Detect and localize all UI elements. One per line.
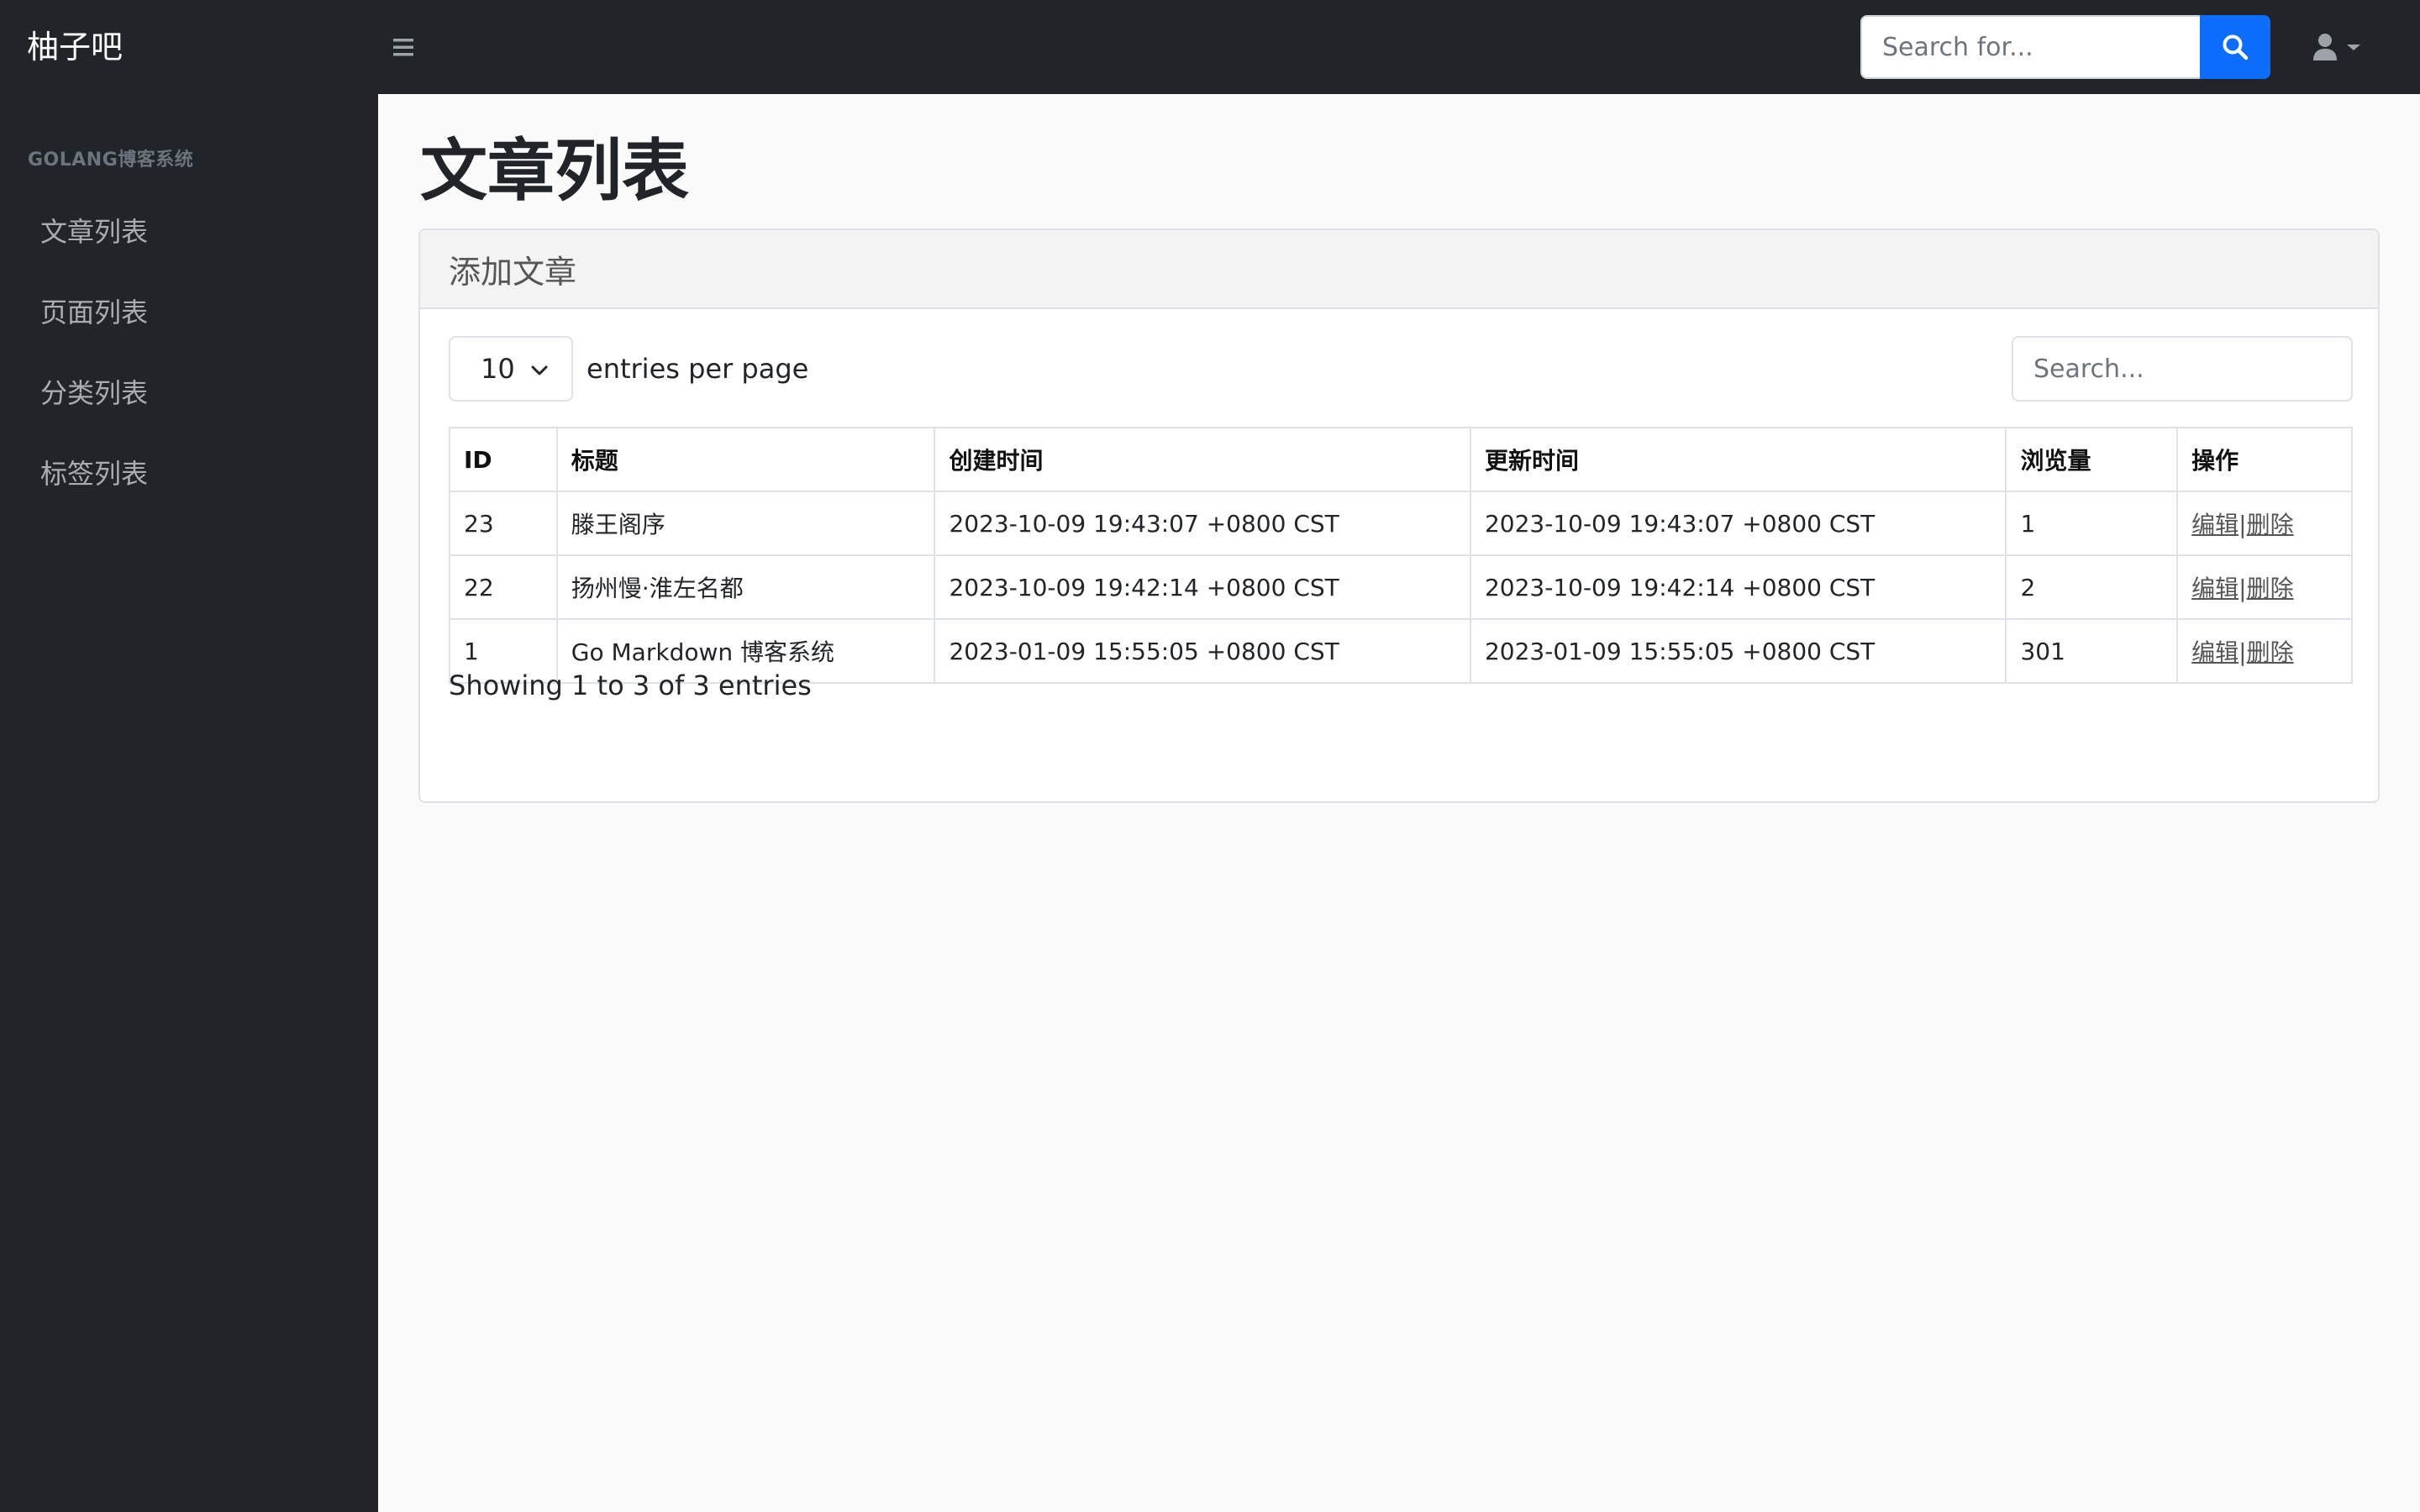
user-icon bbox=[2313, 34, 2337, 60]
articles-card: 添加文章 10 entries per page ID 标题 创建时间 更新时间… bbox=[418, 228, 2380, 803]
cell-updated: 2023-01-09 15:55:05 +0800 CST bbox=[1469, 618, 2007, 684]
sidebar-toggle-button[interactable] bbox=[388, 30, 418, 64]
cell-views: 301 bbox=[2005, 618, 2179, 684]
cell-title: 扬州慢·淮左名都 bbox=[555, 554, 936, 620]
delete-link[interactable]: 删除 bbox=[2247, 575, 2294, 602]
cell-updated: 2023-10-09 19:42:14 +0800 CST bbox=[1469, 554, 2007, 620]
column-header-id[interactable]: ID bbox=[449, 427, 558, 492]
main-content: 文章列表 添加文章 10 entries per page ID 标题 创建时间… bbox=[378, 94, 2420, 1512]
articles-table: ID 标题 创建时间 更新时间 浏览量 操作 23 滕王阁序 2023-10-0… bbox=[449, 427, 2353, 684]
card-header: 添加文章 bbox=[420, 230, 2378, 309]
entries-per-page-value: 10 bbox=[481, 353, 515, 385]
cell-updated: 2023-10-09 19:43:07 +0800 CST bbox=[1469, 491, 2007, 556]
entries-per-page-label: entries per page bbox=[587, 353, 809, 385]
column-header-title[interactable]: 标题 bbox=[555, 427, 936, 492]
sidebar-heading: GOLANG博客系统 bbox=[28, 150, 194, 171]
cell-views: 1 bbox=[2005, 491, 2179, 556]
cell-actions: 编辑|删除 bbox=[2176, 554, 2353, 620]
cell-created: 2023-10-09 19:43:07 +0800 CST bbox=[934, 491, 1471, 556]
brand-logo[interactable]: 柚子吧 bbox=[27, 20, 123, 74]
sidebar: GOLANG博客系统 文章列表 页面列表 分类列表 标签列表 bbox=[0, 94, 378, 1512]
cell-actions: 编辑|删除 bbox=[2176, 618, 2353, 684]
table-header-row: ID 标题 创建时间 更新时间 浏览量 操作 bbox=[449, 427, 2353, 492]
delete-link[interactable]: 删除 bbox=[2247, 638, 2294, 666]
column-header-created[interactable]: 创建时间 bbox=[934, 427, 1471, 492]
table-controls: 10 entries per page bbox=[449, 336, 2353, 402]
sidebar-item-articles[interactable]: 文章列表 bbox=[40, 207, 148, 257]
cell-views: 2 bbox=[2005, 554, 2179, 620]
table-row: 22 扬州慢·淮左名都 2023-10-09 19:42:14 +0800 CS… bbox=[449, 554, 2353, 620]
edit-link[interactable]: 编辑 bbox=[2191, 638, 2238, 666]
column-header-actions: 操作 bbox=[2176, 427, 2353, 492]
entries-per-page-select[interactable]: 10 bbox=[449, 336, 573, 402]
cell-actions: 编辑|删除 bbox=[2176, 491, 2353, 556]
top-navbar: 柚子吧 bbox=[0, 0, 2420, 94]
edit-link[interactable]: 编辑 bbox=[2191, 511, 2238, 538]
navbar-search bbox=[1860, 15, 2270, 79]
action-separator: | bbox=[2238, 511, 2247, 538]
action-separator: | bbox=[2238, 575, 2247, 602]
page-title: 文章列表 bbox=[420, 132, 689, 210]
chevron-down-icon bbox=[531, 365, 548, 375]
table-info: Showing 1 to 3 of 3 entries bbox=[449, 669, 812, 701]
action-separator: | bbox=[2238, 638, 2247, 666]
add-article-link[interactable]: 添加文章 bbox=[449, 246, 576, 292]
sidebar-item-pages[interactable]: 页面列表 bbox=[40, 287, 148, 338]
delete-link[interactable]: 删除 bbox=[2247, 511, 2294, 538]
table-search-input[interactable] bbox=[2012, 336, 2353, 402]
navbar-search-input[interactable] bbox=[1860, 15, 2200, 79]
hamburger-icon bbox=[393, 39, 413, 56]
cell-id: 22 bbox=[449, 554, 558, 620]
sidebar-item-categories[interactable]: 分类列表 bbox=[40, 368, 148, 418]
sidebar-item-tags[interactable]: 标签列表 bbox=[40, 449, 148, 499]
caret-down-icon bbox=[2347, 45, 2360, 50]
cell-title: 滕王阁序 bbox=[555, 491, 936, 556]
edit-link[interactable]: 编辑 bbox=[2191, 575, 2238, 602]
cell-created: 2023-01-09 15:55:05 +0800 CST bbox=[934, 618, 1471, 684]
navbar-search-button[interactable] bbox=[2200, 15, 2270, 79]
cell-id: 23 bbox=[449, 491, 558, 556]
column-header-updated[interactable]: 更新时间 bbox=[1469, 427, 2007, 492]
table-row: 23 滕王阁序 2023-10-09 19:43:07 +0800 CST 20… bbox=[449, 491, 2353, 556]
cell-created: 2023-10-09 19:42:14 +0800 CST bbox=[934, 554, 1471, 620]
column-header-views[interactable]: 浏览量 bbox=[2005, 427, 2179, 492]
user-menu-dropdown[interactable] bbox=[2312, 30, 2371, 64]
search-icon bbox=[2223, 34, 2249, 60]
